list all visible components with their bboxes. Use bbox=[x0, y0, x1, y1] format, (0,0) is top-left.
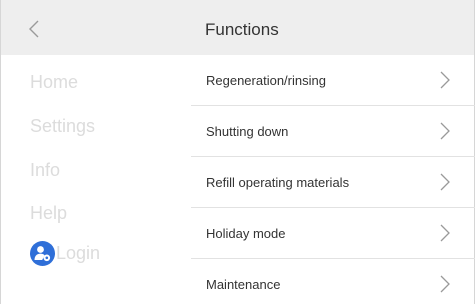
chevron-right-icon bbox=[440, 173, 450, 191]
list-item-refill-operating-materials[interactable]: Refill operating materials bbox=[191, 157, 475, 208]
list-item-label: Shutting down bbox=[206, 124, 289, 139]
list-item-maintenance[interactable]: Maintenance bbox=[191, 259, 475, 304]
functions-screen: Functions Home Settings Info Help Login … bbox=[0, 0, 475, 304]
list-item-regeneration-rinsing[interactable]: Regeneration/rinsing bbox=[191, 55, 475, 106]
header-bar: Functions bbox=[1, 0, 474, 55]
sidebar-item-home[interactable]: Home bbox=[30, 72, 78, 93]
chevron-right-icon bbox=[440, 122, 450, 140]
list-item-holiday-mode[interactable]: Holiday mode bbox=[191, 208, 475, 259]
page-title: Functions bbox=[205, 20, 279, 39]
list-item-shutting-down[interactable]: Shutting down bbox=[191, 106, 475, 157]
chevron-right-icon bbox=[440, 224, 450, 242]
sidebar-item-settings[interactable]: Settings bbox=[30, 116, 95, 137]
list-item-label: Maintenance bbox=[206, 277, 281, 292]
sidebar-item-help[interactable]: Help bbox=[30, 203, 67, 224]
list-item-label: Refill operating materials bbox=[206, 175, 350, 190]
sidebar-item-info[interactable]: Info bbox=[30, 160, 60, 181]
sidebar-item-login[interactable]: Login bbox=[30, 238, 100, 268]
chevron-right-icon bbox=[440, 71, 450, 89]
chevron-left-icon bbox=[29, 20, 39, 38]
list-item-label: Holiday mode bbox=[206, 226, 286, 241]
list-item-label: Regeneration/rinsing bbox=[206, 73, 326, 88]
user-wrench-icon bbox=[30, 240, 55, 266]
sidebar-item-label: Login bbox=[56, 242, 101, 263]
back-button[interactable] bbox=[23, 18, 45, 40]
chevron-right-icon bbox=[440, 275, 450, 293]
